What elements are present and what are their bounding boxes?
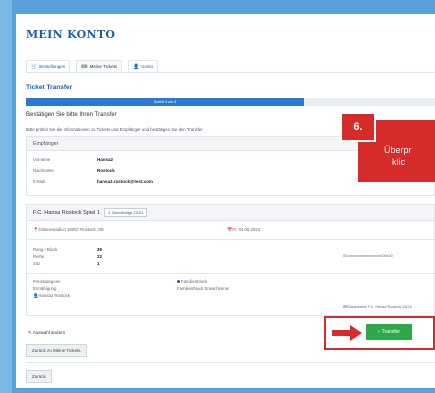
seat-label: Sitz	[33, 261, 41, 266]
seat-value: 22	[97, 254, 103, 259]
divider	[26, 362, 435, 363]
chevron-right-icon: ›	[377, 329, 380, 335]
page-title: MEIN KONTO	[26, 28, 116, 41]
recipient-value: hansa2.rostock@test.com	[97, 179, 153, 184]
recipient-label: Vorname	[33, 157, 51, 162]
tab-label: Konto	[141, 64, 154, 69]
event-date: 📅Fr. 04.08.2023	[227, 227, 260, 233]
change-selection-link[interactable]: ✎ Auswahl ändern	[28, 330, 65, 336]
cart-icon: 🛒	[31, 63, 38, 70]
back-to-tickets-button[interactable]: Zurück zu Meine Tickets	[26, 344, 87, 357]
account-tabs: 🛒 Bestellungen 🎟 Meine Tickets 👤 Konto	[26, 60, 159, 72]
event-header: F.C. Hansa Rostock Spiel 1 2. Bundesliga…	[27, 205, 434, 221]
seat-value: 1	[97, 261, 100, 266]
discount-value: Familienblock Erwachsener	[177, 286, 230, 291]
tab-label: Meine Tickets	[89, 64, 118, 69]
progress-bar: Schritt 3 von 3	[26, 98, 435, 106]
divider	[27, 273, 434, 274]
recipient-label: E-Mail	[33, 179, 46, 184]
progress-fill: Schritt 3 von 3	[26, 98, 305, 106]
holder-text: Hansa2 Rostock	[38, 293, 70, 298]
back-button[interactable]: Zurück	[26, 370, 52, 383]
confirm-heading: Bestätigen Sie bitte Ihren Transfer	[26, 112, 117, 118]
tab-orders[interactable]: 🛒 Bestellungen	[26, 60, 71, 72]
price-category-text: Familienblock	[181, 279, 208, 284]
transfer-button[interactable]: › Transfer	[366, 324, 412, 340]
ticket-holder: 👤Hansa2 Rostock	[33, 293, 70, 299]
season-ticket: 🎟Dauerkarte F.C. Hansa Rostock 23/24	[343, 304, 412, 309]
transfer-label: Transfer	[381, 329, 401, 335]
recipient-value: Hansa2	[97, 157, 114, 162]
recipient-value: Rostock	[97, 168, 115, 173]
recipient-label: Nachname	[33, 168, 54, 173]
pencil-icon: ✎	[28, 330, 32, 335]
tab-my-tickets[interactable]: 🎟 Meine Tickets	[76, 60, 123, 72]
confirm-hint: Bitte prüfen Sie die Informationen zu Ti…	[26, 127, 204, 132]
venue-text: Ostseestadion 18057 Rostock, DE	[38, 227, 105, 232]
league-badge: 2. Bundesliga 23/24	[103, 208, 148, 217]
arrow-right-icon	[332, 325, 362, 341]
ticket-icon: 🎟	[81, 63, 88, 70]
info-dot-icon	[177, 280, 180, 284]
step-number-badge: 6.	[340, 112, 376, 142]
price-category-label: Preiskategorie	[33, 279, 61, 284]
price-category-value: Familienblock	[177, 279, 207, 284]
seat-value: 36	[97, 247, 103, 252]
change-selection-label: Auswahl ändern	[32, 330, 66, 335]
barcode-number: 00:xxxxxxxxxxxxxxxxxx00x00	[343, 254, 393, 258]
tab-label: Bestellungen	[39, 64, 66, 69]
user-icon: 👤	[133, 63, 140, 70]
section-title: Ticket Transfer	[26, 84, 73, 91]
tab-account[interactable]: 👤 Konto	[128, 60, 159, 72]
seat-label: Rang / Block	[33, 247, 58, 252]
divider	[27, 239, 434, 240]
date-text: Fr. 04.08.2023	[232, 227, 261, 232]
venue: 📍Ostseestadion 18057 Rostock, DE	[33, 227, 104, 233]
discount-label: Ermäßigung	[33, 286, 57, 291]
tab-divider	[26, 72, 435, 73]
seat-label: Reihe	[33, 254, 45, 259]
season-text: Dauerkarte F.C. Hansa Rostock 23/24	[347, 305, 412, 309]
event-title: F.C. Hansa Rostock Spiel 1	[33, 209, 100, 216]
callout-line-1: Überpr	[384, 145, 412, 155]
callout-line-2: klic	[392, 157, 405, 167]
ticket-box: F.C. Hansa Rostock Spiel 1 2. Bundesliga…	[26, 204, 435, 316]
